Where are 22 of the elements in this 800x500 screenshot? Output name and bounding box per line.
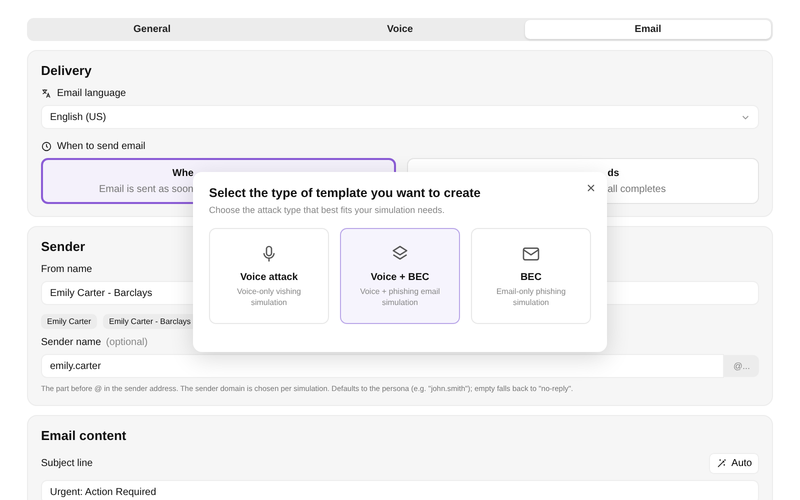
type-title: Voice + BEC (370, 272, 430, 284)
type-description: Voice-only vishing simulation (236, 287, 302, 308)
option-description: all completes (608, 184, 666, 194)
dialog-subtitle: Choose the attack type that best fits your simulation needs. (209, 205, 446, 215)
type-title: BEC (520, 272, 542, 284)
field-label: Sender name (41, 337, 102, 348)
type-description: Voice + phishing email simulation (359, 287, 441, 308)
domain-suffix: @... (724, 355, 759, 377)
dialog-title: Select the type of template you want to create (209, 186, 482, 200)
field-label: Email language (57, 88, 126, 99)
section-title: Delivery (41, 63, 93, 78)
field-label: When to send email (57, 141, 146, 152)
option-title: ds (608, 168, 620, 178)
section-title: Email content (41, 428, 128, 443)
field-label: Subject line (41, 458, 93, 469)
option-title: Whe (172, 168, 194, 178)
section-title: Sender (41, 239, 86, 254)
optional-label: (optional) (106, 337, 148, 348)
option-description: Email is sent as soon (99, 184, 194, 194)
type-description: Email-only phishing simulation (495, 287, 567, 308)
type-title: Voice attack (240, 272, 298, 284)
field-label: From name (41, 264, 92, 275)
